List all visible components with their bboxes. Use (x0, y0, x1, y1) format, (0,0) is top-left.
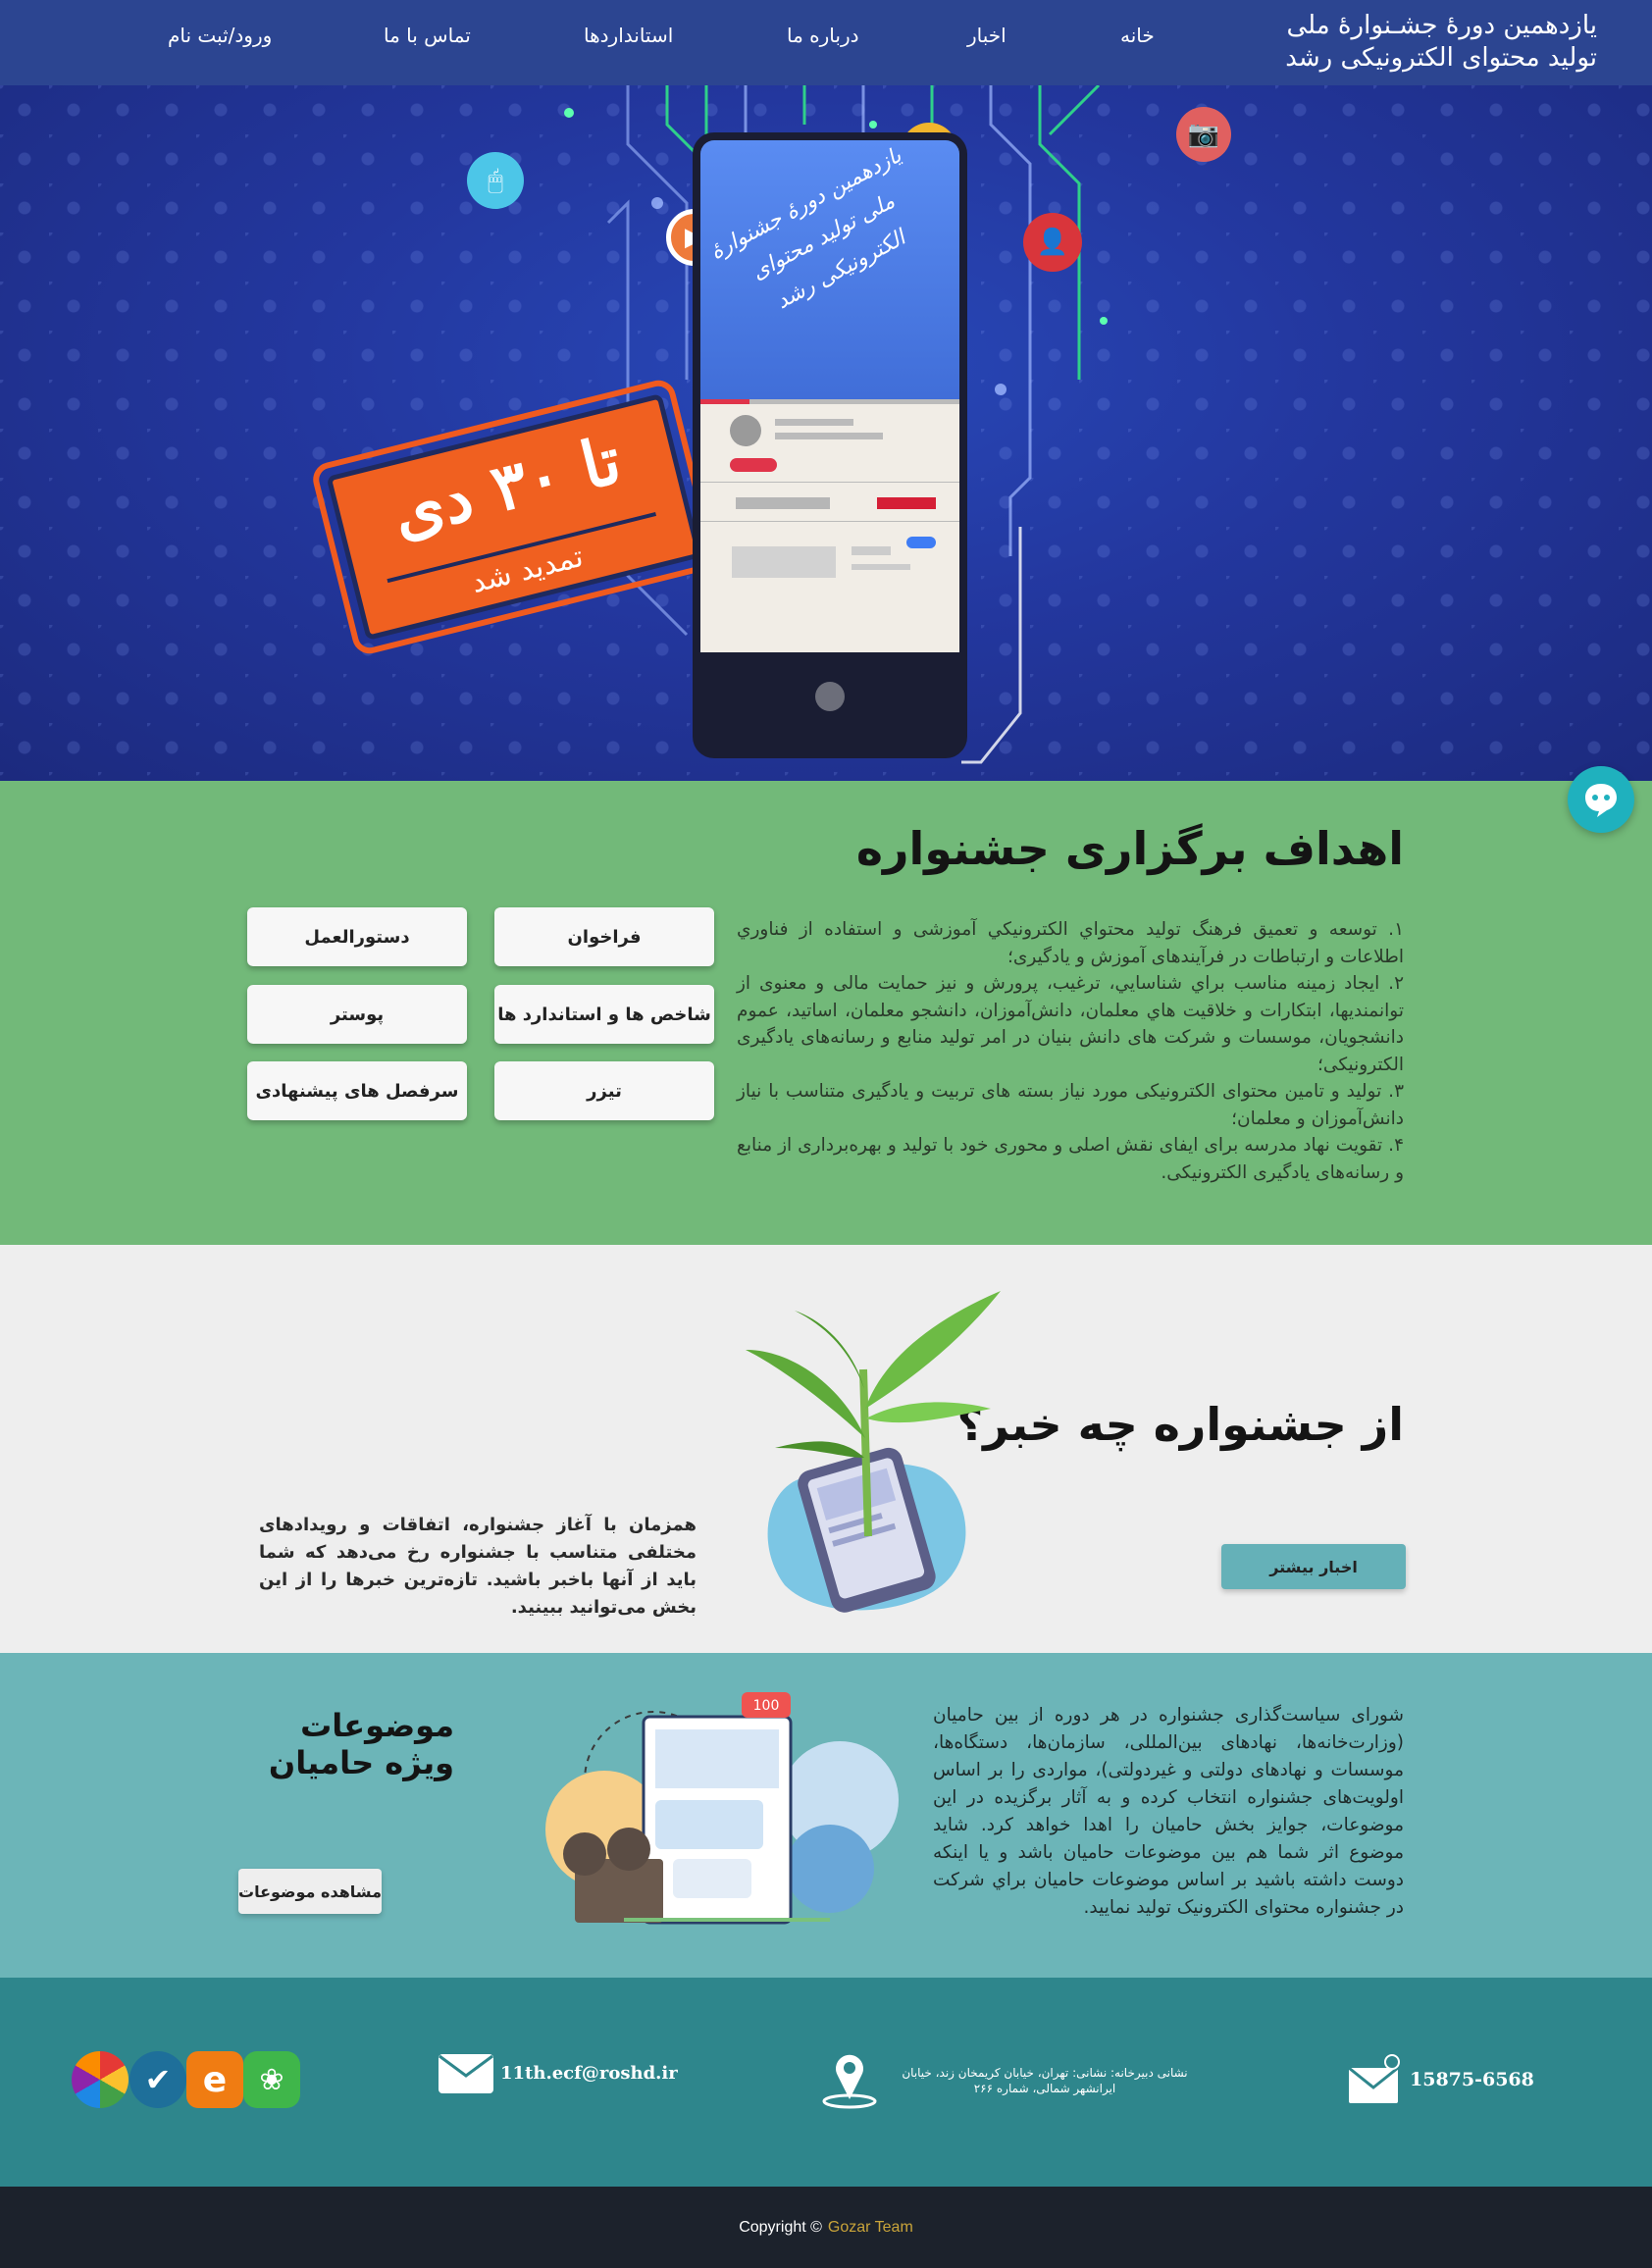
chat-bubble-icon (1585, 784, 1617, 817)
mouse-icon: 🖱 (467, 152, 524, 209)
phone-panel-bottom (700, 578, 959, 652)
copyright-text: Copyright © (739, 2218, 822, 2236)
sponsor-title: موضوعات ویژه حامیان (268, 1707, 454, 1781)
plant-phone-illustration (746, 1291, 1001, 1613)
guidelines-button[interactable]: دستورالعمل (247, 907, 467, 966)
poster-button[interactable]: پوستر (247, 985, 467, 1044)
phone-contact: 15875-6568 (1347, 2054, 1534, 2105)
footer: Copyright © Gozar Team (0, 2187, 1652, 2268)
teaser-button[interactable]: تیزر (494, 1061, 714, 1120)
phone-home-button (815, 682, 845, 711)
goal-item-2: ۲. ایجاد زمینه مناسب براي شناسايي، ترغیب… (737, 973, 1404, 1075)
camera-icon: 📷 (1176, 107, 1231, 162)
mail-icon (439, 2054, 493, 2093)
phone-mockup: یازدهمین دورهٔ جشنوارهٔ ملی تولید محتوای… (693, 132, 967, 758)
email-contact: 11th.ecf@roshd.ir (438, 2052, 678, 2093)
goal-item-4: ۴. تقویت نهاد مدرسه برای ایفای نقش اصلی … (737, 1135, 1404, 1183)
top-navbar: یازدهمین دورهٔ جشـنوارهٔ ملی تولید محتوا… (0, 0, 1652, 85)
goal-item-1: ۱. توسعه و تعمیق فرهنگ تولید محتواي الکت… (737, 919, 1404, 967)
phone-calligraphy: یازدهمین دورهٔ جشنوارهٔ ملی تولید محتوای… (705, 143, 910, 315)
news-section: از جشنواره چه خبر؟ اخبار بیشتر همزمان با… (0, 1245, 1652, 1653)
hero-banner: 🖱 ▶ 🎬 👤 📷 تا ۳۰ دی تمدید شد یازدهمین دور… (0, 85, 1652, 781)
envelope-location-icon (1348, 2054, 1400, 2103)
shad-logo[interactable]: ❀ (243, 2051, 300, 2108)
chat-button[interactable] (1568, 766, 1634, 833)
e-logo[interactable]: e (186, 2051, 243, 2108)
news-title: از جشنواره چه خبر؟ (956, 1398, 1404, 1451)
nav-item-login[interactable]: ورود/ثبت نام (168, 24, 272, 47)
call-button[interactable]: فراخوان (494, 907, 714, 966)
likes-badge: 100 (753, 1698, 780, 1714)
standards-button[interactable]: شاخص ها و استاندارد ها (494, 985, 714, 1044)
media-illustration: 100 (545, 1692, 899, 1925)
suggested-topics-button[interactable]: سرفصل های پیشنهادی (247, 1061, 467, 1120)
phone-video-panel (700, 399, 959, 578)
phone-screen: یازدهمین دورهٔ جشنوارهٔ ملی تولید محتوای… (700, 140, 959, 578)
brand-line-1: یازدهمین دورهٔ جشـنوارهٔ ملی (1286, 11, 1597, 40)
site-brand[interactable]: یازدهمین دورهٔ جشـنوارهٔ ملی تولید محتوا… (1285, 10, 1597, 75)
email-address[interactable]: 11th.ecf@roshd.ir (500, 2063, 678, 2084)
goals-section: اهداف برگزاری جشنواره ۱. توسعه و تعمیق ف… (0, 781, 1652, 1245)
address-contact: نشانی دبیرخانه: نشانی: تهران، خیابان کری… (820, 2052, 1207, 2109)
goals-title: اهداف برگزاری جشنواره (855, 822, 1404, 875)
nav-item-contact[interactable]: تماس با ما (384, 24, 471, 47)
gozar-team-link[interactable]: Gozar Team (828, 2219, 913, 2237)
nav-item-standards[interactable]: استانداردها (584, 24, 673, 47)
sponsor-section: شورای سیاست‌گذاری جشنواره در هر دوره از … (0, 1653, 1652, 1978)
verified-logo[interactable]: ✔ (129, 2051, 186, 2108)
more-news-button[interactable]: اخبار بیشتر (1221, 1544, 1406, 1589)
brand-line-2: تولید محتوای الکترونیکی رشد (1285, 43, 1597, 73)
secretariat-address: نشانی دبیرخانه: نشانی: تهران، خیابان کری… (902, 2066, 1188, 2095)
phone-number[interactable]: 15875-6568 (1410, 2069, 1534, 2090)
sponsor-description: شورای سیاست‌گذاری جشنواره در هر دوره از … (933, 1705, 1404, 1918)
user-icon: 👤 (1023, 213, 1082, 272)
nav-item-home[interactable]: خانه (1120, 24, 1155, 47)
goals-list: ۱. توسعه و تعمیق فرهنگ تولید محتواي الکت… (737, 916, 1404, 1186)
goal-item-3: ۳. تولید و تامین محتوای الکترونیکی مورد … (737, 1081, 1404, 1129)
roshd-logo[interactable] (72, 2051, 129, 2108)
nav-item-about[interactable]: درباره ما (787, 24, 859, 47)
location-pin-icon (822, 2054, 877, 2109)
nav-item-news[interactable]: اخبار (967, 24, 1007, 47)
view-topics-button[interactable]: مشاهده موضوعات (238, 1869, 382, 1914)
news-description: همزمان با آغاز جشنواره، اتفاقات و رویداد… (259, 1515, 697, 1618)
